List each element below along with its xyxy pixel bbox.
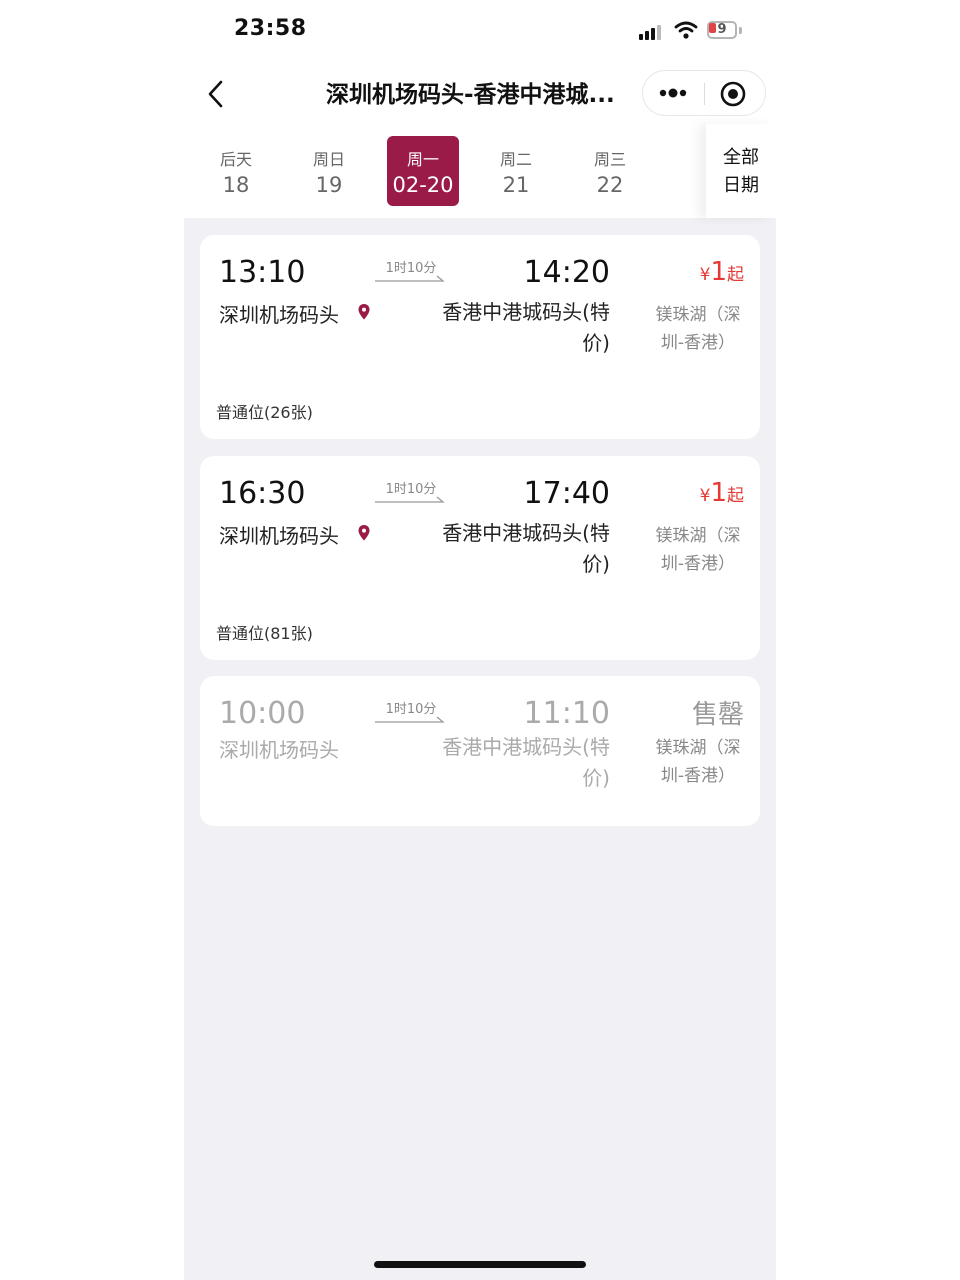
departure-port: 深圳机场码头 [219, 303, 339, 327]
departure-time: 13:10 [219, 255, 306, 290]
all-dates-button[interactable]: 全部 日期 [706, 124, 776, 218]
close-mini-program-icon[interactable] [719, 80, 747, 108]
price: ¥1起 [700, 257, 744, 287]
date-tab-date: 19 [315, 173, 343, 197]
status-time: 23:58 [234, 16, 307, 41]
date-tab-22[interactable]: 周三 22 [574, 136, 646, 206]
arrival-time: 17:40 [523, 476, 610, 511]
battery-icon: 9 [707, 21, 743, 41]
all-dates-label-line2: 日期 [723, 175, 759, 196]
date-tab-date: 02-20 [392, 173, 454, 197]
arrival-time: 11:10 [523, 696, 610, 731]
capsule-divider [704, 83, 705, 105]
date-tab-18[interactable]: 后天 18 [200, 136, 272, 206]
date-tab-19[interactable]: 周日 19 [293, 136, 365, 206]
seat-availability: 普通位(26张) [216, 403, 313, 422]
price: ¥1起 [700, 478, 744, 508]
phone-screen: 23:58 9 深圳机场码头-香港中港城... 后天 18 周日 19 周一 0… [184, 0, 776, 1280]
location-pin-icon[interactable] [357, 303, 371, 321]
signal-icon [639, 24, 663, 40]
arrival-port: 香港中港城码头(特价) [442, 735, 610, 790]
duration-arrow-icon [375, 275, 445, 282]
date-tab-weekday: 后天 [219, 150, 252, 169]
price-amount: 1 [710, 478, 727, 508]
sold-out-label: 售罄 [691, 700, 744, 730]
date-tab-selected[interactable]: 周一 02-20 [387, 136, 459, 206]
duration-arrow-icon [375, 496, 445, 503]
departure-port: 深圳机场码头 [219, 738, 339, 762]
trip-card[interactable]: 16:30 1时10分 17:40 ¥1起 深圳机场码头 香港中港城码头(特价)… [200, 456, 760, 660]
back-icon[interactable] [204, 78, 228, 110]
date-tab-date: 22 [596, 173, 624, 197]
more-icon[interactable] [655, 71, 693, 115]
trip-duration: 1时10分 [385, 702, 437, 717]
currency-symbol: ¥ [699, 265, 711, 285]
date-tab-weekday: 周一 [406, 150, 439, 169]
departure-port: 深圳机场码头 [219, 524, 339, 548]
battery-level: 9 [717, 22, 727, 37]
page-title: 深圳机场码头-香港中港城... [326, 82, 615, 108]
all-dates-label-line1: 全部 [723, 147, 759, 168]
departure-time: 10:00 [219, 696, 306, 731]
route-name: 镁珠湖（深圳-香港） [655, 738, 741, 786]
date-tab-date: 21 [502, 173, 530, 197]
date-tab-date: 18 [222, 173, 250, 197]
date-tab-21[interactable]: 周二 21 [480, 136, 552, 206]
price-suffix: 起 [727, 265, 744, 285]
date-tab-weekday: 周三 [593, 150, 626, 169]
arrival-time: 14:20 [523, 255, 610, 290]
route-name: 镁珠湖（深圳-香港） [655, 305, 741, 353]
wifi-icon [674, 20, 698, 40]
seat-availability: 普通位(81张) [216, 624, 313, 643]
price-suffix: 起 [727, 486, 744, 506]
location-pin-icon[interactable] [357, 524, 371, 542]
arrival-port: 香港中港城码头(特价) [442, 521, 610, 576]
arrival-port: 香港中港城码头(特价) [442, 300, 610, 355]
duration-arrow-icon [375, 716, 445, 723]
mini-program-capsule [642, 70, 766, 116]
departure-time: 16:30 [219, 476, 306, 511]
date-tab-weekday: 周二 [499, 150, 532, 169]
date-tab-weekday: 周日 [312, 150, 345, 169]
home-indicator [374, 1261, 586, 1268]
trip-card[interactable]: 13:10 1时10分 14:20 ¥1起 深圳机场码头 香港中港城码头(特价)… [200, 235, 760, 439]
currency-symbol: ¥ [699, 486, 711, 506]
trip-card-sold-out: 10:00 1时10分 11:10 售罄 深圳机场码头 香港中港城码头(特价) … [200, 676, 760, 826]
trip-duration: 1时10分 [385, 261, 437, 276]
price-amount: 1 [710, 257, 727, 287]
trip-duration: 1时10分 [385, 482, 437, 497]
route-name: 镁珠湖（深圳-香港） [655, 526, 741, 574]
